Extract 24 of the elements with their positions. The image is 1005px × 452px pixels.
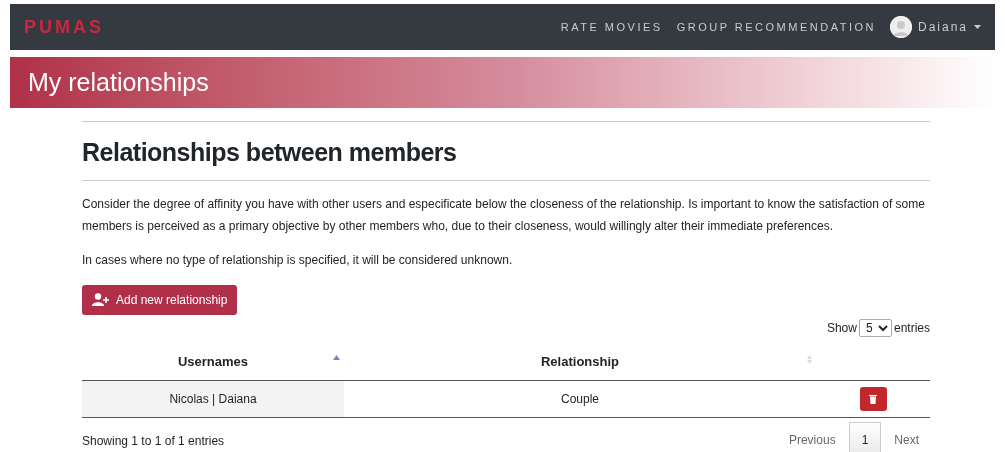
delete-button[interactable]	[859, 387, 887, 411]
avatar-icon	[889, 16, 912, 38]
page-link[interactable]: Next	[881, 422, 932, 452]
show-label: Show	[826, 319, 857, 337]
section-heading: Relationships between members	[82, 134, 930, 181]
trash-icon	[869, 394, 877, 404]
nav-link[interactable]: GROUP RECOMMENDATION	[676, 18, 876, 36]
page-link[interactable]: Previous	[775, 422, 849, 452]
column-header[interactable]: Relationship	[344, 342, 816, 381]
paragraph: Consider the degree of affinity you have with other users and especificate below the closeness of the relationship. Is important to know the satisfaction of some members is perceived as a primary objective by other members who, due to their closeness, would willingly alter their immediate preferences.	[82, 195, 926, 235]
caret-icon	[974, 25, 981, 29]
page-link[interactable]: 1	[848, 422, 882, 452]
entries-select[interactable]: 5	[858, 318, 892, 337]
add-user-icon	[92, 293, 110, 306]
nav-link[interactable]: RATE MOVIES	[560, 18, 663, 36]
table-cell: Couple	[344, 380, 816, 418]
table-cell: Nicolas | Daiana	[82, 380, 344, 418]
add-relationship-button[interactable]: Add new relationship	[82, 284, 238, 315]
paragraph: In cases where no type of relationship is specified, it will be considered unknown.	[82, 251, 514, 269]
table-info: Showing 1 to 1 of 1 entries	[82, 433, 225, 450]
page-title: My relationships	[28, 66, 209, 98]
entries-label: entries	[893, 319, 930, 337]
column-header[interactable]: Usernames	[82, 342, 344, 381]
user-menu[interactable]: Daiana	[889, 16, 981, 38]
